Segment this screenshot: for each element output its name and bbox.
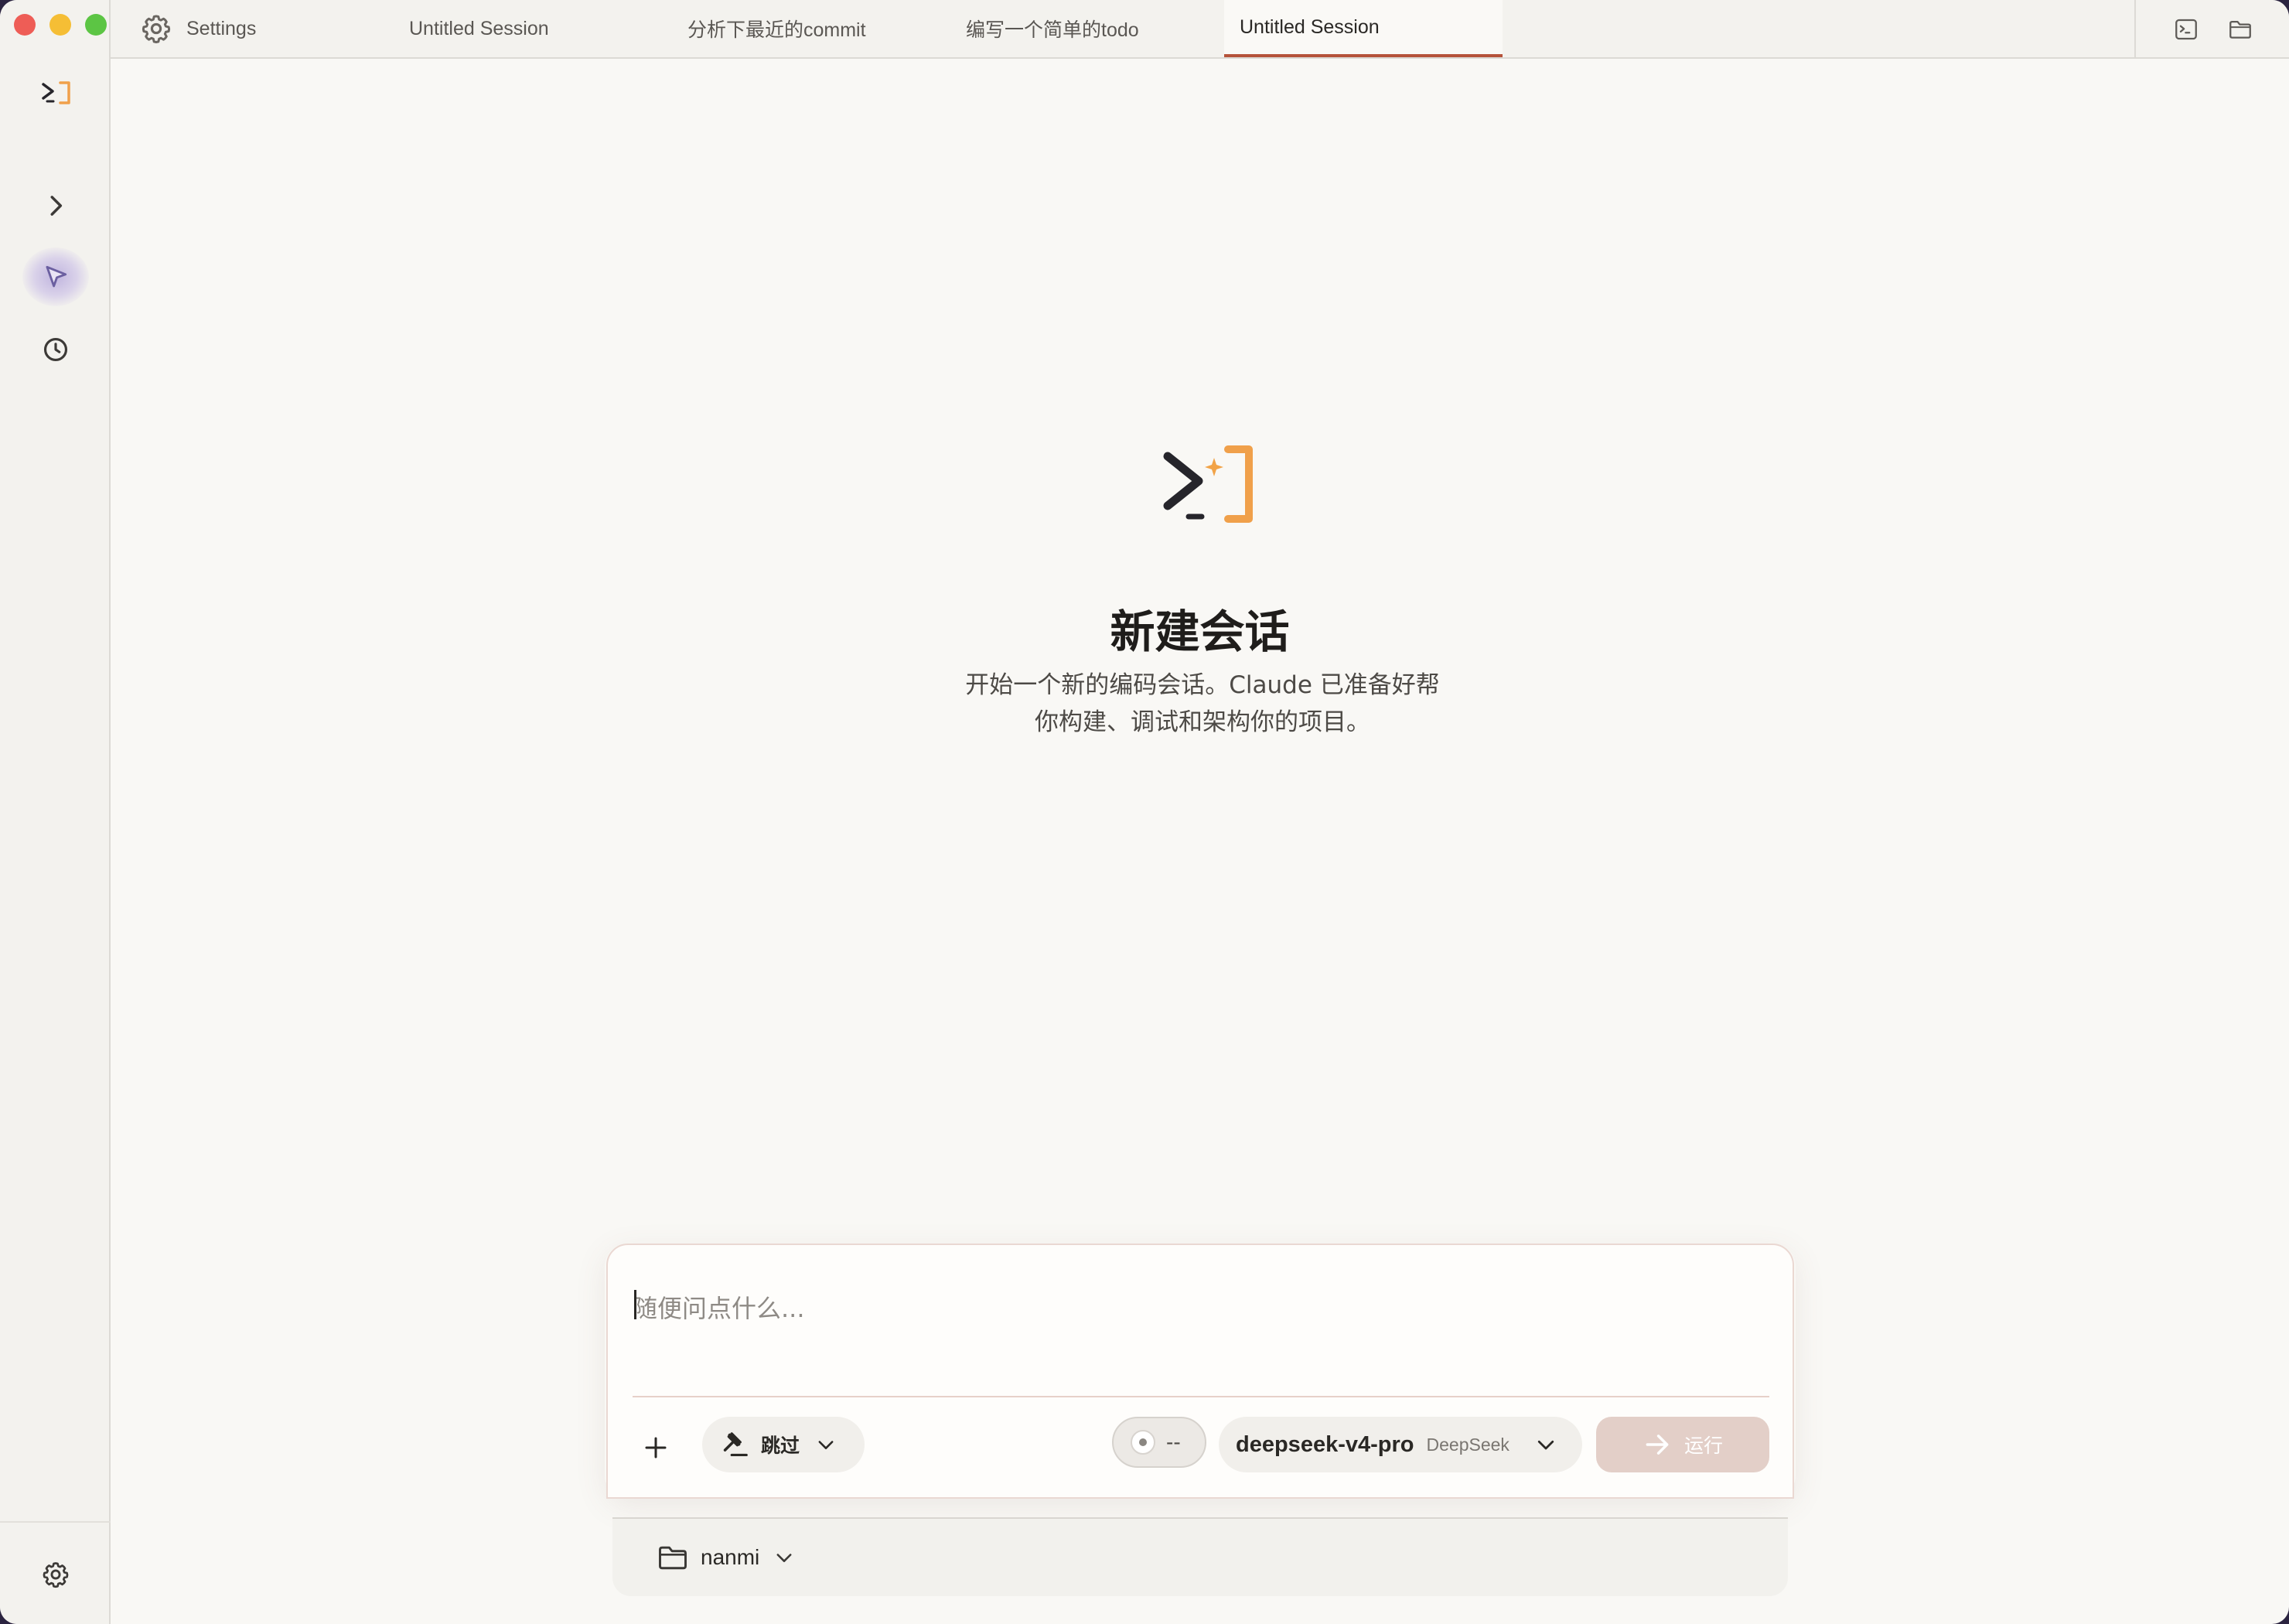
toolbar-actions <box>2134 0 2289 57</box>
prompt-input[interactable] <box>633 1285 1754 1332</box>
gear-icon <box>142 15 171 43</box>
toggle-knob <box>1131 1430 1155 1455</box>
chevron-down-icon <box>1537 1440 1554 1450</box>
chevron-right-icon <box>50 196 63 216</box>
subtitle-line: 开始一个新的编码会话。Claude 已准备好帮 <box>965 671 1440 699</box>
model-name: deepseek-v4-pro <box>1236 1431 1414 1457</box>
open-folder-button[interactable] <box>2225 14 2256 45</box>
tab-session[interactable]: Untitled Session <box>394 0 672 57</box>
zoom-window-button[interactable] <box>85 14 107 36</box>
toggle-label: -- <box>1166 1430 1181 1454</box>
chevron-down-icon <box>776 1554 792 1562</box>
sidebar-settings-button[interactable] <box>34 1553 77 1596</box>
attach-button[interactable] <box>634 1426 677 1469</box>
clock-icon <box>43 337 68 362</box>
app-window: Settings Untitled Session 分析下最近的commit 编… <box>0 0 2289 1624</box>
model-selector[interactable]: deepseek-v4-pro DeepSeek <box>1219 1417 1582 1472</box>
app-logo-icon <box>42 81 70 104</box>
model-provider: DeepSeek <box>1426 1434 1510 1455</box>
gear-icon <box>43 1562 69 1588</box>
sidebar-divider <box>0 1521 111 1523</box>
tab-settings[interactable]: Settings <box>125 0 380 57</box>
folder-name: nanmi <box>701 1545 760 1569</box>
run-button[interactable]: 运行 <box>1596 1417 1769 1472</box>
tab-label: 编写一个简单的todo <box>966 19 1139 41</box>
tab-label: 分析下最近的commit <box>687 19 866 41</box>
folder-icon <box>659 1546 687 1570</box>
tab-label: Untitled Session <box>1240 15 1380 38</box>
gavel-icon <box>723 1432 748 1457</box>
text-caret <box>634 1290 636 1319</box>
run-label: 运行 <box>1683 1435 1723 1457</box>
folder-icon <box>2229 20 2251 39</box>
pointer-mode-button[interactable] <box>34 255 77 299</box>
working-directory-selector[interactable]: nanmi <box>612 1517 1788 1596</box>
permission-mode-dropdown[interactable]: 跳过 <box>702 1417 865 1472</box>
close-window-button[interactable] <box>14 14 36 36</box>
prompt-composer: 跳过 -- deepseek-v4-pro DeepSeek 运行 <box>606 1244 1794 1499</box>
tab-session-active[interactable]: Untitled Session <box>1224 0 1503 57</box>
arrow-right-icon <box>1646 1435 1669 1455</box>
mode-toggle[interactable]: -- <box>1112 1417 1206 1468</box>
composer-divider <box>633 1396 1769 1397</box>
page-title: 新建会话 <box>1110 606 1290 658</box>
tab-label: Untitled Session <box>409 17 549 39</box>
sidebar <box>0 0 111 1624</box>
tab-label: Settings <box>186 17 257 39</box>
cursor-arrow-icon <box>46 265 67 288</box>
tab-session[interactable]: 编写一个简单的todo <box>950 0 1229 57</box>
chevron-down-icon <box>818 1441 834 1449</box>
minimize-window-button[interactable] <box>49 14 71 36</box>
terminal-icon <box>2175 19 2197 40</box>
app-logo-icon <box>1163 445 1253 523</box>
permission-mode-label: 跳过 <box>761 1435 800 1457</box>
tab-session[interactable]: 分析下最近的commit <box>672 0 950 57</box>
tab-bar: Settings Untitled Session 分析下最近的commit 编… <box>111 0 2289 59</box>
page-subtitle: 开始一个新的编码会话。Claude 已准备好帮 你构建、调试和架构你的项目。 <box>940 667 1465 741</box>
plus-icon <box>645 1437 667 1459</box>
history-button[interactable] <box>34 328 77 371</box>
subtitle-line: 你构建、调试和架构你的项目。 <box>1035 708 1370 736</box>
terminal-button[interactable] <box>2171 14 2202 45</box>
expand-sidebar-button[interactable] <box>34 184 77 227</box>
